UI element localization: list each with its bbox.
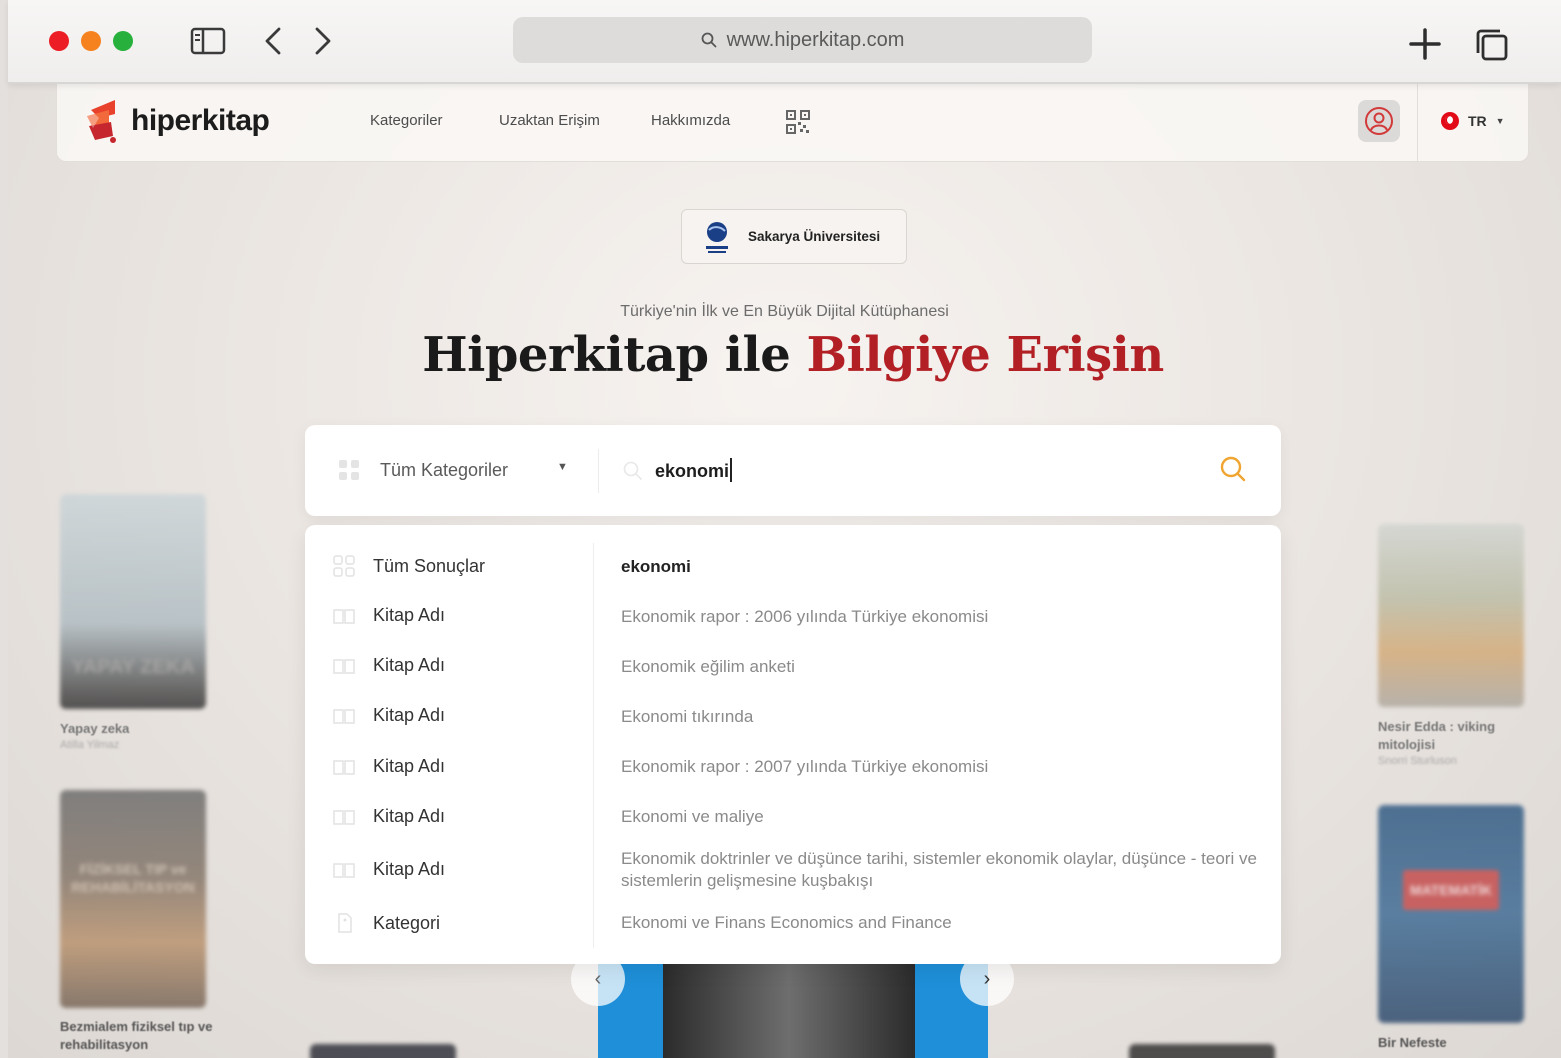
new-tab-plus-icon[interactable] [1408, 27, 1442, 61]
turkey-flag-icon [1441, 112, 1459, 130]
suggestion-text[interactable]: Ekonomi tıkırında [621, 706, 1261, 728]
hero-tagline: Türkiye'nin İlk ve En Büyük Dijital Kütü… [620, 303, 949, 320]
suggestion-type-label: Kitap Adı [373, 705, 446, 725]
minimize-window-button[interactable] [81, 31, 101, 51]
search-divider [598, 449, 599, 493]
book-cover-text: YAPAY ZEKA [71, 656, 195, 678]
search-submit-icon[interactable] [1220, 456, 1246, 482]
suggestion-type[interactable]: Kitap Adı [333, 705, 445, 726]
sidebar-toggle-icon[interactable] [190, 26, 226, 56]
suggestion-type-label: Kitap Adı [373, 605, 446, 625]
suggestion-type[interactable]: Kitap Adı [333, 756, 445, 777]
book-cover-yapay-zeka[interactable]: YAPAY ZEKA [60, 494, 206, 709]
suggestion-type-label: Kitap Adı [373, 655, 446, 675]
site-logo[interactable]: hiperkitap [85, 96, 270, 146]
page-content: YAPAY ZEKA Yapay zeka Atilla Yilmaz FİZİ… [8, 84, 1561, 1058]
suggestion-type[interactable]: Kitap Adı [333, 806, 445, 827]
book-author: Snorri Sturluson [1378, 755, 1457, 767]
search-suggestions-dropdown: Tüm Sonuçlar ekonomi Kitap Adı Ekonomik … [305, 525, 1281, 964]
suggestion-text[interactable]: Ekonomi ve Finans Economics and Finance [621, 912, 1261, 934]
book-cover-fiziksel-tip[interactable]: FİZİKSEL TIP ve REHABİLİTASYON [60, 790, 206, 1008]
suggestion-text[interactable]: Ekonomik rapor : 2007 yılında Türkiye ek… [621, 756, 1261, 778]
book-title[interactable]: Nesir Edda : viking mitolojisi [1378, 718, 1518, 754]
back-arrow-icon[interactable] [263, 26, 283, 56]
hiperkitap-logo-icon [87, 100, 116, 143]
suggestion-text[interactable]: Ekonomik doktrinler ve düşünce tarihi, s… [621, 848, 1261, 892]
address-bar[interactable]: www.hiperkitap.com [513, 17, 1092, 63]
suggestion-type[interactable]: Kitap Adı [333, 859, 445, 880]
search-icon [701, 32, 716, 48]
text-cursor [730, 458, 732, 482]
book-icon [333, 608, 355, 624]
hero-title-part1: Hiperkitap ile [422, 327, 791, 383]
book-cover-nesir-edda[interactable] [1378, 524, 1524, 707]
suggestion-text[interactable]: Ekonomik rapor : 2006 yılında Türkiye ek… [621, 606, 1261, 628]
browser-toolbar: www.hiperkitap.com [8, 0, 1561, 84]
suggestion-type-label: Tüm Sonuçlar [373, 555, 486, 576]
book-cover-matematik[interactable]: MATEMATİK [1378, 805, 1524, 1023]
site-header: hiperkitap Kategoriler Uzaktan Erişim Ha… [56, 84, 1529, 162]
book-icon [333, 809, 355, 825]
hero-title: Hiperkitap ile Bilgiye Erişin [8, 327, 1561, 383]
url-text: www.hiperkitap.com [726, 28, 905, 51]
book-icon [333, 759, 355, 775]
institution-name: Sakarya Üniversitesi [748, 229, 881, 244]
chevron-down-icon: ▼ [1495, 116, 1505, 126]
user-avatar-icon [1365, 107, 1393, 135]
grid-icon [339, 460, 359, 480]
suggestion-type[interactable]: Tüm Sonuçlar [333, 555, 485, 577]
user-account-button[interactable] [1358, 100, 1400, 142]
book-cover-text: MATEMATİK [1403, 870, 1499, 910]
suggestion-type-label: Kitap Adı [373, 806, 446, 826]
suggestion-text[interactable]: Ekonomik eğilim anketi [621, 656, 1261, 678]
suggestion-type-label: Kategori [373, 912, 441, 933]
book-cover-cuckoo[interactable] [310, 1044, 456, 1058]
book-author: Atilla Yilmaz [60, 739, 120, 751]
suggestion-text[interactable]: ekonomi [621, 556, 1261, 578]
nav-link-hakkimizda[interactable]: Hakkımızda [651, 112, 730, 129]
suggestion-type-label: Kitap Adı [373, 859, 446, 879]
book-cover-dark[interactable] [1129, 1044, 1275, 1058]
book-title[interactable]: Yapay zeka [60, 720, 129, 738]
institution-badge: Sakarya Üniversitesi [681, 209, 907, 264]
suggestion-type[interactable]: Kitap Adı [333, 605, 445, 626]
suggestion-type[interactable]: Kitap Adı [333, 655, 445, 676]
nav-link-kategoriler[interactable]: Kategoriler [370, 112, 443, 129]
suggestion-type-label: Kitap Adı [373, 756, 446, 776]
book-icon [333, 658, 355, 674]
qr-code-icon[interactable] [786, 110, 810, 134]
book-icon [333, 862, 355, 878]
tabs-overview-icon[interactable] [1474, 27, 1510, 63]
hero-title-part2: Bilgiye Erişin [806, 327, 1165, 383]
suggestion-text[interactable]: Ekonomi ve maliye [621, 806, 1261, 828]
chevron-down-icon[interactable]: ▼ [557, 461, 568, 473]
search-bar: Tüm Kategoriler ▼ [305, 425, 1281, 516]
language-selector[interactable]: TR ▼ [1441, 112, 1505, 130]
maximize-window-button[interactable] [113, 31, 133, 51]
book-title[interactable]: Bir Nefeste [1378, 1034, 1447, 1052]
search-input[interactable] [655, 456, 1205, 486]
dropdown-divider [593, 543, 594, 948]
nav-link-uzaktan-erisim[interactable]: Uzaktan Erişim [499, 112, 600, 129]
category-select[interactable]: Tüm Kategoriler [380, 460, 508, 481]
forward-arrow-icon[interactable] [313, 26, 333, 56]
header-divider [1417, 84, 1418, 162]
grid-icon [333, 555, 355, 577]
tag-icon [338, 913, 352, 933]
book-cover-text: FİZİKSEL TIP ve REHABİLİTASYON [71, 861, 195, 895]
close-window-button[interactable] [49, 31, 69, 51]
book-title[interactable]: Bezmialem fiziksel tıp ve rehabilitasyon [60, 1018, 220, 1054]
book-icon [333, 708, 355, 724]
logo-text: hiperkitap [131, 104, 270, 137]
suggestion-type[interactable]: Kategori [333, 912, 440, 934]
search-icon [623, 461, 642, 480]
language-code: TR [1468, 113, 1487, 129]
university-logo-icon [706, 221, 728, 253]
